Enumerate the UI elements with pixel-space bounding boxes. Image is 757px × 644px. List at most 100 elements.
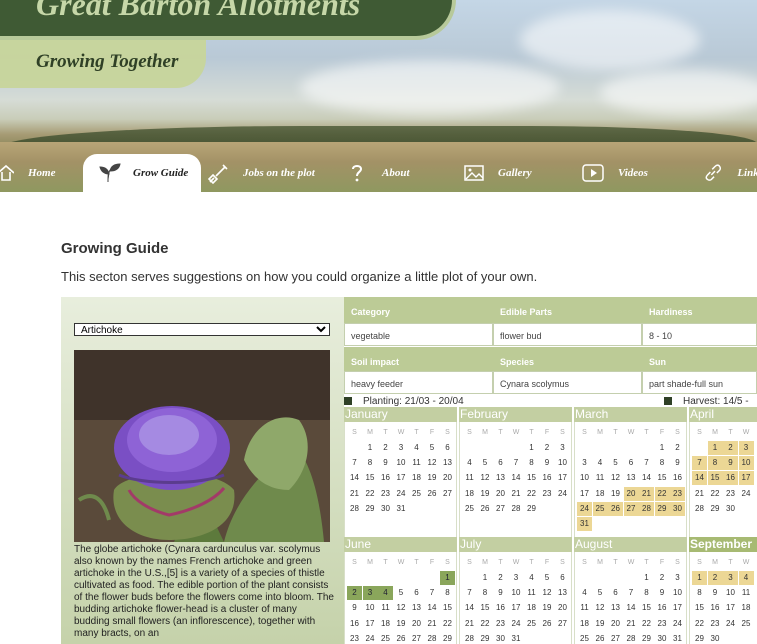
calendar-day[interactable]: 19 xyxy=(394,617,409,631)
calendar-day[interactable]: 31 xyxy=(509,632,524,644)
calendar-day[interactable]: 22 xyxy=(639,617,654,631)
calendar-day[interactable]: 11 xyxy=(739,586,754,600)
calendar-day[interactable]: 2 xyxy=(655,571,670,585)
calendar-day[interactable]: 17 xyxy=(738,471,754,486)
calendar-day[interactable]: 16 xyxy=(670,471,685,485)
calendar-day[interactable]: 10 xyxy=(670,586,685,600)
calendar-day[interactable]: 7 xyxy=(692,456,707,471)
calendar-day[interactable]: 17 xyxy=(394,471,409,485)
calendar-day[interactable]: 30 xyxy=(493,632,508,644)
calendar-day[interactable]: 27 xyxy=(493,502,508,516)
calendar-day[interactable]: 21 xyxy=(509,487,524,501)
site-title[interactable]: Great Barton Allotments xyxy=(36,0,360,23)
calendar-day[interactable]: 9 xyxy=(723,456,738,471)
calendar-day[interactable]: 28 xyxy=(624,632,639,644)
calendar-day[interactable]: 6 xyxy=(624,456,639,470)
calendar-day[interactable]: 3 xyxy=(555,441,570,455)
calendar-day[interactable]: 29 xyxy=(654,501,670,516)
calendar-day[interactable]: 22 xyxy=(524,487,539,501)
calendar-day[interactable]: 4 xyxy=(577,586,592,600)
calendar-day[interactable]: 27 xyxy=(440,487,455,501)
calendar-day[interactable]: 3 xyxy=(394,441,409,455)
calendar-day[interactable]: 20 xyxy=(409,617,424,631)
calendar-day[interactable]: 1 xyxy=(692,571,707,585)
calendar-day[interactable]: 1 xyxy=(639,571,654,585)
calendar-day[interactable]: 9 xyxy=(347,601,362,615)
calendar-day[interactable]: 20 xyxy=(623,486,639,501)
calendar-day[interactable]: 25 xyxy=(378,632,393,644)
calendar-day[interactable]: 27 xyxy=(608,632,623,644)
calendar-day[interactable]: 27 xyxy=(555,617,570,631)
calendar-day[interactable]: 17 xyxy=(363,617,378,631)
calendar-day[interactable]: 16 xyxy=(540,471,555,485)
calendar-day[interactable]: 15 xyxy=(524,471,539,485)
calendar-day[interactable]: 12 xyxy=(593,601,608,615)
calendar-day[interactable]: 19 xyxy=(425,471,440,485)
calendar-day[interactable]: 18 xyxy=(577,617,592,631)
calendar-day[interactable]: 2 xyxy=(723,441,738,455)
calendar-day[interactable]: 16 xyxy=(378,471,393,485)
calendar-day[interactable]: 11 xyxy=(577,601,592,615)
nav-gallery[interactable]: Gallery xyxy=(463,154,543,192)
calendar-day[interactable]: 6 xyxy=(409,586,424,600)
nav-about[interactable]: About xyxy=(350,154,420,192)
calendar-day[interactable]: 6 xyxy=(555,571,570,585)
calendar-day[interactable]: 14 xyxy=(347,471,362,485)
calendar-day[interactable]: 25 xyxy=(462,502,477,516)
calendar-day[interactable]: 13 xyxy=(493,471,508,485)
calendar-day[interactable]: 12 xyxy=(394,601,409,615)
plant-select[interactable]: Artichoke xyxy=(74,323,330,336)
calendar-day[interactable]: 9 xyxy=(655,586,670,600)
calendar-day[interactable]: 11 xyxy=(378,601,393,615)
calendar-day[interactable]: 29 xyxy=(363,502,378,516)
calendar-day[interactable]: 23 xyxy=(493,617,508,631)
calendar-day[interactable]: 29 xyxy=(692,632,707,644)
calendar-day[interactable]: 18 xyxy=(378,617,393,631)
calendar-day[interactable]: 8 xyxy=(639,586,654,600)
calendar-day[interactable]: 14 xyxy=(639,471,654,485)
calendar-day[interactable]: 30 xyxy=(655,632,670,644)
calendar-day[interactable]: 29 xyxy=(440,632,455,644)
calendar-day[interactable]: 26 xyxy=(540,617,555,631)
calendar-day[interactable]: 13 xyxy=(555,586,570,600)
calendar-day[interactable]: 12 xyxy=(478,471,493,485)
calendar-day[interactable]: 25 xyxy=(577,632,592,644)
nav-links[interactable]: Links xyxy=(703,154,757,192)
calendar-day[interactable]: 3 xyxy=(738,441,754,455)
calendar-day[interactable]: 29 xyxy=(524,502,539,516)
calendar-day[interactable]: 24 xyxy=(363,632,378,644)
calendar-day[interactable]: 26 xyxy=(425,487,440,501)
calendar-day[interactable]: 28 xyxy=(462,632,477,644)
calendar-day[interactable]: 11 xyxy=(462,471,477,485)
calendar-day[interactable]: 19 xyxy=(593,617,608,631)
calendar-day[interactable]: 24 xyxy=(723,617,738,631)
calendar-day[interactable]: 8 xyxy=(692,586,707,600)
calendar-day[interactable]: 6 xyxy=(440,441,455,455)
calendar-day[interactable]: 4 xyxy=(593,456,608,470)
calendar-day[interactable]: 19 xyxy=(478,487,493,501)
calendar-day[interactable]: 21 xyxy=(624,617,639,631)
calendar-day[interactable]: 20 xyxy=(555,601,570,615)
calendar-day[interactable]: 30 xyxy=(708,632,723,644)
calendar-day[interactable]: 15 xyxy=(655,471,670,485)
calendar-day[interactable]: 8 xyxy=(524,456,539,470)
calendar-day[interactable]: 11 xyxy=(593,471,608,485)
calendar-day[interactable]: 8 xyxy=(440,586,455,600)
calendar-day[interactable]: 7 xyxy=(462,586,477,600)
calendar-day[interactable]: 17 xyxy=(509,601,524,615)
calendar-day[interactable]: 28 xyxy=(639,501,654,516)
calendar-day[interactable]: 30 xyxy=(378,502,393,516)
calendar-day[interactable]: 7 xyxy=(624,586,639,600)
calendar-day[interactable]: 7 xyxy=(425,586,440,600)
calendar-day[interactable]: 28 xyxy=(692,502,707,516)
calendar-day[interactable]: 3 xyxy=(509,571,524,585)
calendar-day[interactable]: 28 xyxy=(425,632,440,644)
calendar-day[interactable]: 1 xyxy=(363,441,378,455)
calendar-day[interactable]: 12 xyxy=(540,586,555,600)
calendar-day[interactable]: 27 xyxy=(409,632,424,644)
calendar-day[interactable]: 16 xyxy=(708,601,723,615)
calendar-day[interactable]: 31 xyxy=(577,517,592,531)
calendar-day[interactable]: 1 xyxy=(440,571,455,585)
calendar-day[interactable]: 26 xyxy=(608,501,623,516)
calendar-day[interactable]: 23 xyxy=(378,487,393,501)
